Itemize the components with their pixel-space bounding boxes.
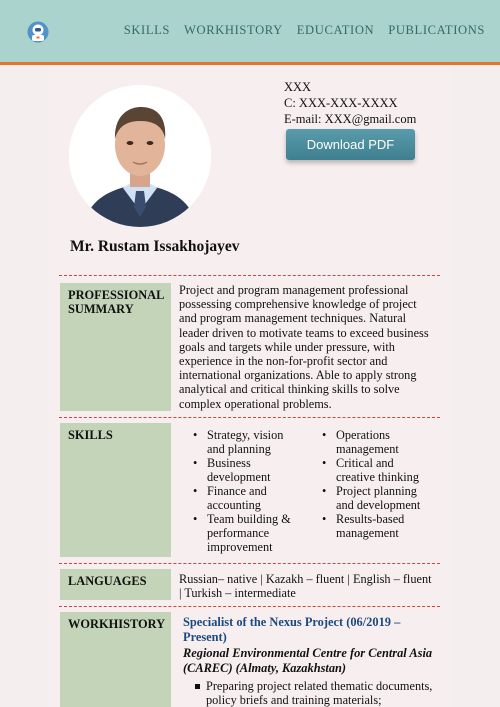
- skill-text: and development: [336, 498, 421, 512]
- download-pdf-button[interactable]: Download PDF: [286, 129, 415, 160]
- nav-link-workhistory[interactable]: WORKHISTORY: [184, 23, 283, 38]
- summary-line: analytical and critical thinking skills …: [179, 382, 400, 397]
- job-title: Specialist of the Nexus Project (06/2019…: [183, 615, 433, 645]
- portrait-image: [69, 85, 211, 227]
- summary-line: international organizations. Able to app…: [179, 368, 417, 383]
- summary-line: leader driven to motivate teams to excee…: [179, 325, 429, 340]
- list-item: Critical and creative thinking: [322, 456, 432, 484]
- skill-text: Business: [207, 456, 251, 470]
- top-navigation-bar: SKILLS WORKHISTORY EDUCATION PUBLICATION…: [0, 0, 500, 62]
- job-title-line: Present): [183, 630, 227, 644]
- skill-text: creative thinking: [336, 470, 419, 484]
- section-divider: [59, 606, 440, 607]
- contact-block: XXX C: XXX-XXX-XXXX E-mail: XXX@gmail.co…: [284, 79, 416, 127]
- list-item: Finance and accounting: [193, 484, 322, 512]
- languages-line: | Turkish – intermediate: [179, 586, 296, 601]
- summary-line: possessing comprehensive knowledge of pr…: [179, 297, 417, 312]
- contact-phone: C: XXX-XXX-XXXX: [284, 96, 398, 110]
- skills-list: Strategy, vision and planning Business d…: [193, 428, 432, 554]
- summary-line: complex operational problems.: [179, 396, 332, 411]
- profile-photo: [69, 85, 211, 227]
- skill-text: Results-based: [336, 512, 405, 526]
- languages-label: LANGUAGES: [60, 569, 171, 600]
- languages-text: Russian– native | Kazakh – fluent | Engl…: [179, 572, 444, 600]
- summary-line: and program management techniques. Natur…: [179, 311, 407, 326]
- languages-line: Russian– native | Kazakh – fluent | Engl…: [179, 572, 432, 586]
- summary-text: Project and program management professio…: [179, 283, 441, 411]
- summary-line: Project and program management professio…: [179, 283, 409, 297]
- summary-line: experience in the non-for-profit sector …: [179, 354, 388, 369]
- duty-text: policy briefs and training materials;: [206, 693, 382, 707]
- list-item: Business development: [193, 456, 322, 484]
- skills-column: Operations management Critical and creat…: [322, 428, 432, 554]
- contact-line: XXX: [284, 80, 312, 94]
- skills-label: SKILLS: [60, 423, 171, 557]
- skill-text: improvement: [207, 540, 273, 554]
- skill-text: management: [336, 442, 399, 456]
- list-item: Team building & performance improvement: [193, 512, 322, 554]
- section-divider: [59, 275, 440, 276]
- skill-text: and planning: [207, 442, 271, 456]
- nav-link-education[interactable]: EDUCATION: [297, 23, 374, 38]
- duty-text: Preparing project related thematic docum…: [206, 679, 433, 693]
- candidate-name: Mr. Rustam Issakhojayev: [70, 238, 240, 255]
- astronaut-logo-icon[interactable]: [27, 21, 49, 43]
- skills-column: Strategy, vision and planning Business d…: [193, 428, 322, 554]
- workhistory-label: WORKHISTORY: [60, 612, 171, 707]
- job-organization: Regional Environmental Centre for Centra…: [183, 646, 438, 676]
- job-title-line: Specialist of the Nexus Project (06/2019…: [183, 615, 401, 629]
- section-divider: [59, 417, 440, 418]
- list-item: Project planning and development: [322, 484, 432, 512]
- section-divider: [59, 563, 440, 564]
- skill-text: Project planning: [336, 484, 417, 498]
- skill-text: Critical and: [336, 456, 394, 470]
- skill-text: Finance and: [207, 484, 267, 498]
- nav-link-publications[interactable]: PUBLICATIONS: [388, 23, 485, 38]
- skill-text: development: [207, 470, 271, 484]
- summary-label: PROFESSIONAL SUMMARY: [60, 283, 171, 411]
- job-org-line: Regional Environmental Centre for Centra…: [183, 646, 433, 660]
- skill-text: accounting: [207, 498, 261, 512]
- contact-email: E-mail: XXX@gmail.com: [284, 112, 417, 126]
- nav-link-skills[interactable]: SKILLS: [124, 23, 170, 38]
- list-item: Results-based management: [322, 512, 432, 540]
- skill-text: management: [336, 526, 399, 540]
- main-nav: SKILLS WORKHISTORY EDUCATION PUBLICATION…: [124, 23, 485, 38]
- job-org-line: (CAREC) (Almaty, Kazakhstan): [183, 661, 347, 675]
- list-item: Operations management: [322, 428, 432, 456]
- skill-text: Team building &: [207, 512, 291, 526]
- list-item: Strategy, vision and planning: [193, 428, 322, 456]
- skill-text: performance: [207, 526, 270, 540]
- skill-text: Strategy, vision: [207, 428, 284, 442]
- summary-line: goals and targets while under pressure, …: [179, 339, 395, 354]
- skill-text: Operations: [336, 428, 390, 442]
- list-item: Preparing project related thematic docum…: [193, 679, 438, 707]
- job-duties-list: Preparing project related thematic docum…: [193, 679, 438, 707]
